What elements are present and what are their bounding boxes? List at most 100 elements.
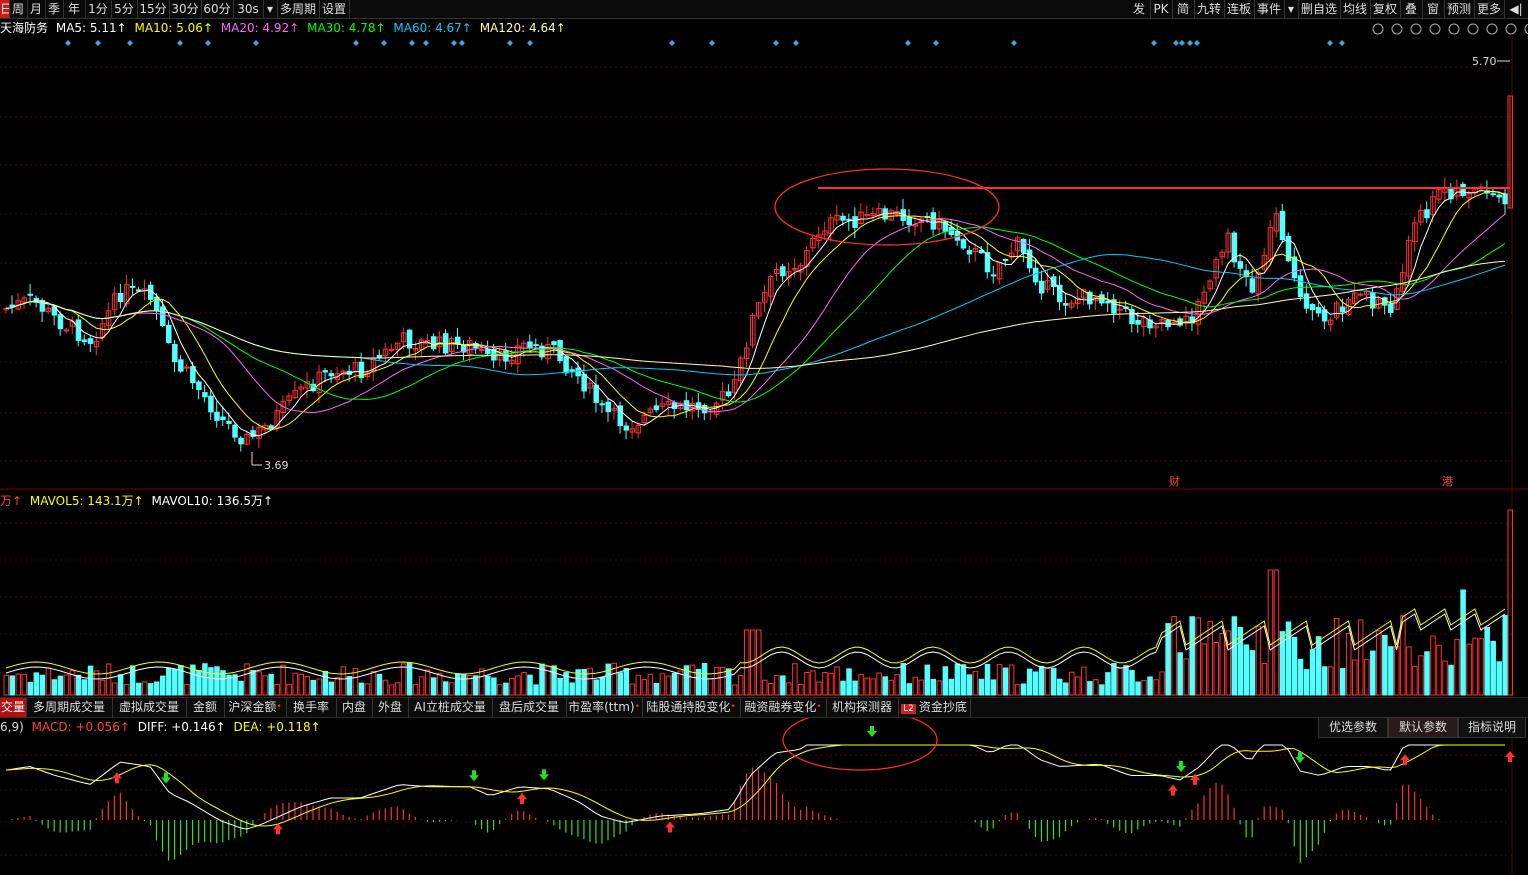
indicator-tab-4[interactable]: 沪深金额• [224, 698, 287, 717]
indicator-tab-7[interactable]: 外盘 [372, 698, 409, 717]
volume-bar [1069, 671, 1075, 696]
volume-bar [641, 679, 648, 696]
volume-bar [1321, 666, 1328, 696]
candle-body [485, 348, 491, 354]
volume-bar [461, 674, 467, 696]
signal-diamond-icon [933, 40, 939, 46]
volume-bar [1014, 684, 1021, 696]
volume-bar [515, 675, 521, 696]
volume-bar [894, 674, 900, 696]
volume-bar [1442, 660, 1448, 696]
volume-bar [966, 674, 973, 696]
param-button-1[interactable]: 默认参数 [1388, 717, 1458, 738]
volume-bar [749, 629, 756, 696]
candle-body [376, 354, 383, 359]
candle-body [906, 216, 912, 226]
scissors-icon [1486, 23, 1498, 35]
signal-diamond-icon [773, 40, 779, 46]
param-button-2[interactable]: 指标说明 [1458, 717, 1526, 738]
volume-bar [51, 679, 58, 696]
volume-bar [268, 673, 274, 696]
macd-highlight-ellipse [782, 709, 938, 771]
volume-bar [250, 670, 256, 696]
indicator-tab-5[interactable]: 换手率 [286, 698, 337, 717]
volume-bar [1147, 676, 1153, 696]
candle-body [208, 395, 214, 413]
indicator-tab-14[interactable]: L2 资金抄底 [898, 698, 971, 717]
volume-bar [298, 673, 304, 696]
volume-bar [280, 664, 286, 696]
indicator-tab-13[interactable]: 机构探测器 [826, 698, 899, 717]
signal-diamond-icon [95, 40, 101, 46]
volume-bar [129, 665, 136, 696]
volume-bar [810, 670, 816, 696]
indicator-tab-11[interactable]: 陆股通持股变化• [642, 698, 741, 717]
volume-bar [725, 668, 732, 696]
indicator-tab-3[interactable]: 金额 [186, 698, 225, 717]
candle-body [166, 324, 172, 344]
new-dot-icon: • [634, 702, 640, 712]
volume-bar [1159, 671, 1165, 696]
hk-marker[interactable]: 港 [1442, 475, 1453, 488]
candle-body [1002, 258, 1009, 261]
candle-body [840, 215, 846, 221]
indicator-tab-12[interactable]: 融资融券变化• [740, 698, 827, 717]
indicator-tab-1[interactable]: 多周期成交量 [26, 698, 113, 717]
volume-bar [99, 679, 106, 696]
volume-bar [990, 679, 997, 696]
indicator-tab-0[interactable]: 交量 [0, 698, 27, 717]
volume-bar [316, 678, 323, 696]
volume-bar [491, 677, 497, 696]
volume-bar [1406, 646, 1412, 696]
signal-diamond-icon [253, 40, 259, 46]
volume-bar [918, 679, 925, 696]
low-price-label: 3.69 [264, 459, 289, 472]
volume-bar [75, 674, 82, 696]
macd-params: 6,9) [0, 720, 24, 734]
volume-bar [135, 682, 142, 696]
volume-bar [587, 667, 593, 696]
volume-bar [804, 671, 810, 696]
param-button-0[interactable]: 优选参数 [1318, 717, 1388, 738]
indicator-tab-10[interactable]: 市盈率(ttm)• [566, 698, 643, 717]
volume-bar [737, 675, 744, 696]
volume-bar [33, 672, 40, 696]
volume-bar [1099, 684, 1105, 696]
volume-bar [442, 681, 449, 696]
volume-bar [412, 684, 419, 696]
volume-bar [1231, 616, 1238, 696]
volume-bar [1478, 638, 1484, 696]
volume-bar [63, 674, 70, 696]
volume-bar [1339, 668, 1346, 696]
indicator-tabs: 交量 多周期成交量 虚拟成交量 金额 沪深金额• 换手率 内盘 外盘 AI立桩成交量 盘后成交量市… [0, 697, 1528, 718]
indicator-tab-label: 金额 [192, 700, 217, 714]
indicator-tab-9[interactable]: 盘后成交量 [492, 698, 567, 717]
indicator-tab-6[interactable]: 内盘 [336, 698, 373, 717]
volume-bar [593, 679, 599, 696]
volume-bar [9, 675, 16, 696]
trash-icon [1467, 23, 1479, 35]
finance-marker[interactable]: 财 [1169, 474, 1180, 488]
signal-diamond-icon [1194, 40, 1200, 46]
kline-chart[interactable]: 5.70 3.69 财 港 [0, 0, 1528, 875]
candle-body [1448, 187, 1454, 200]
volume-bar [262, 675, 268, 696]
volume-bar [160, 675, 166, 696]
volume-bar [792, 663, 798, 696]
volume-bar [930, 679, 937, 696]
volume-bar [870, 678, 876, 696]
signal-diamond-icon [65, 40, 71, 46]
volume-bar [864, 677, 870, 696]
indicator-tab-label: 盘后成交量 [498, 700, 559, 714]
volume-bar [1008, 664, 1015, 696]
indicator-tab-8[interactable]: AI立桩成交量 [408, 698, 493, 717]
volume-bar [731, 684, 738, 696]
volume-bar [1412, 665, 1418, 696]
volume-bar [87, 665, 94, 696]
indicator-tab-2[interactable]: 虚拟成交量 [112, 698, 187, 717]
volume-bar [762, 679, 768, 696]
diff-value: DIFF: +0.146↑ [137, 720, 226, 734]
candle-body [75, 319, 82, 341]
candle-body [1424, 209, 1430, 219]
candle-body [1135, 319, 1141, 325]
